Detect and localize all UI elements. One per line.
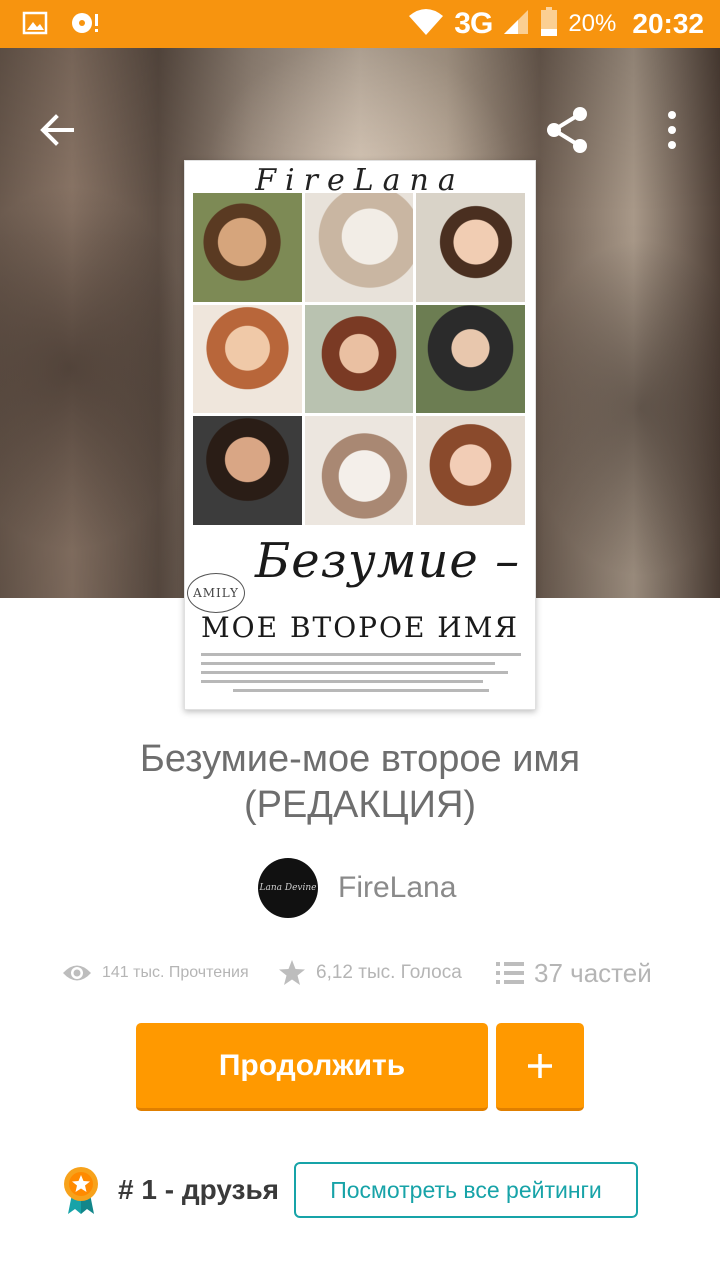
cover-subtitle-text: МОЕ ВТОРОЕ ИМЯ [200,611,519,644]
cover-photo [193,304,302,414]
rank-label: # 1 - друзья [118,1174,279,1206]
votes-stat: 6,12 тыс. Голоса [278,950,462,996]
back-arrow-icon [40,114,74,146]
cover-photo [416,193,525,302]
plus-icon [528,1053,552,1078]
back-button[interactable] [28,102,84,158]
cover-credits-block [201,653,521,698]
votes-count: 6,12 тыс. Голоса [316,962,462,983]
view-all-rankings-button[interactable]: Посмотреть все рейтинги [294,1162,638,1218]
reads-count: 141 тыс. Прочтения [102,964,249,981]
rank-tag: - друзья [156,1174,279,1205]
avatar[interactable]: Lana Devine [258,858,318,918]
battery-icon [540,6,558,42]
stats-row: 141 тыс. Прочтения 6,12 тыс. Голоса 37 ч… [62,950,672,996]
continue-reading-button[interactable]: Продолжить [136,1023,488,1111]
more-vert-icon [668,111,676,149]
battery-percent: 20% [568,10,617,37]
story-title: Безумие-мое второе имя (РЕДАКЦИЯ) [0,736,720,828]
cover-photo [304,193,414,302]
cover-photo [416,304,525,414]
cover-photo [193,416,302,525]
cover-photo [304,304,414,414]
cover-photo [416,416,525,525]
cover-photo-grid [193,193,525,525]
story-title-line2: (РЕДАКЦИЯ) [243,784,477,826]
author-row[interactable]: Lana Devine FireLana [258,858,456,918]
rank-number: # 1 [118,1174,157,1205]
signal-icon [502,8,530,41]
network-type: 3G [454,7,493,40]
cover-stamp: AMILY [187,573,245,613]
eye-icon [63,965,91,981]
wifi-icon [408,8,444,41]
clock: 20:32 [632,8,704,39]
medal-icon [62,1166,100,1221]
add-to-library-button[interactable] [496,1023,584,1111]
more-options-button[interactable] [644,102,700,158]
share-icon [547,107,587,153]
parts-count: 37 частей [534,957,652,988]
story-title-line1: Безумие-мое второе имя [139,738,581,780]
reads-stat: 141 тыс. Прочтения [62,950,249,996]
author-name[interactable]: FireLana [338,871,456,905]
book-cover[interactable]: FireLana Безумие – AMILY МОЕ ВТОРОЕ ИМЯ [184,160,536,710]
list-icon [496,962,524,984]
gallery-icon [22,10,48,41]
ranking-row: # 1 - друзья Посмотреть все рейтинги [62,1162,662,1220]
cover-photo [193,193,302,302]
cover-photo [304,416,414,525]
status-bar: 3G 20% 20:32 [0,0,720,48]
parts-stat[interactable]: 37 частей [496,950,652,996]
cover-title-text: Безумие – [255,533,521,589]
star-icon [279,960,305,985]
share-button[interactable] [540,102,596,158]
music-disc-icon [70,10,100,41]
